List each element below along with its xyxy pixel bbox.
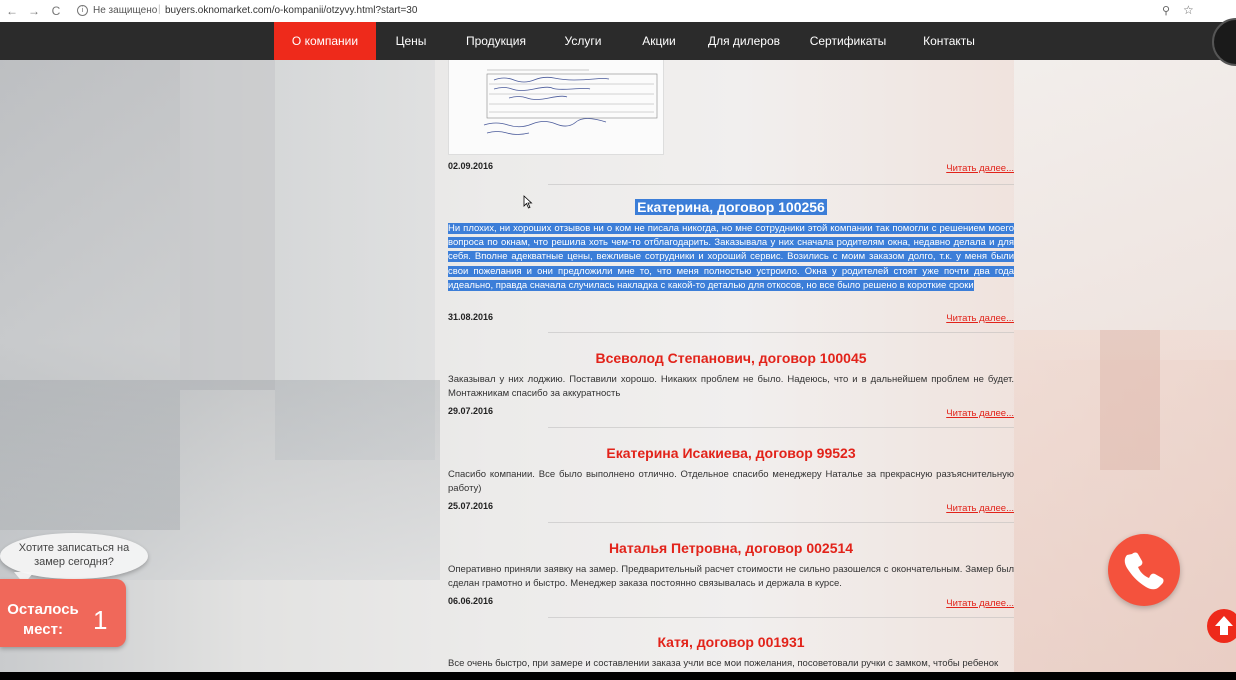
corner-widget[interactable] xyxy=(1212,18,1236,66)
address-bar[interactable]: buyers.oknomarket.com/o-kompanii/otzyvy.… xyxy=(165,5,417,16)
review-text: Оперативно приняли заявку на замер. Пред… xyxy=(448,564,1014,590)
security-status[interactable]: Не защищено xyxy=(93,5,157,16)
review-title: Наталья Петровна, договор 002514 xyxy=(608,540,854,556)
seats-remaining-box[interactable]: Осталось мест: 1 xyxy=(0,579,126,647)
mouse-cursor-icon xyxy=(523,195,533,209)
review-divider xyxy=(548,522,1014,523)
review-title: Катя, договор 001931 xyxy=(657,634,805,650)
review-item: Всеволод Степанович, договор 100045 Зака… xyxy=(448,350,1014,401)
browser-toolbar: ← → C i Не защищено | buyers.oknomarket.… xyxy=(0,0,1236,23)
review-title: Всеволод Степанович, договор 100045 xyxy=(595,350,867,366)
review-text: Ни плохих, ни хороших отзывов ни о ком н… xyxy=(448,223,1014,291)
review-text: Заказывал у них лоджию. Поставили хорошо… xyxy=(448,374,1014,400)
nav-item-prices[interactable]: Цены xyxy=(388,22,434,60)
read-more-link[interactable]: Читать далее... xyxy=(946,408,1014,419)
read-more-link[interactable]: Читать далее... xyxy=(946,503,1014,514)
nav-item-contacts[interactable]: Контакты xyxy=(920,22,978,60)
nav-item-dealers[interactable]: Для дилеров xyxy=(706,22,782,60)
read-more-link[interactable]: Читать далее... xyxy=(946,163,1014,174)
reload-icon[interactable]: C xyxy=(50,4,62,18)
review-date: 29.07.2016 xyxy=(448,406,494,416)
review-text: Спасибо компании. Все было выполнено отл… xyxy=(448,469,1014,495)
review-date: 25.07.2016 xyxy=(448,501,494,511)
review-date: 06.06.2016 xyxy=(448,596,494,606)
nav-item-products[interactable]: Продукция xyxy=(462,22,530,60)
back-arrow-icon[interactable]: ← xyxy=(6,4,18,18)
bubble-text: Хотите записаться на замер сегодня? xyxy=(18,542,130,568)
phone-icon xyxy=(1124,552,1164,590)
nav-item-promotions[interactable]: Акции xyxy=(638,22,680,60)
review-item: Наталья Петровна, договор 002514 Операти… xyxy=(448,540,1014,591)
star-icon[interactable]: ☆ xyxy=(1183,3,1194,17)
magnifier-icon[interactable]: ⚲ xyxy=(1162,4,1170,17)
review-divider xyxy=(548,184,1014,185)
arrow-up-icon xyxy=(1215,616,1233,635)
review-item: Екатерина, договор 100256 Ни плохих, ни … xyxy=(448,199,1014,293)
scroll-up-button[interactable] xyxy=(1207,609,1236,643)
reviews-list: 02.09.2016 Читать далее... Екатерина, до… xyxy=(448,60,1014,672)
nav-item-services[interactable]: Услуги xyxy=(558,22,608,60)
read-more-link[interactable]: Читать далее... xyxy=(946,313,1014,324)
review-divider xyxy=(548,617,1014,618)
review-item: Катя, договор 001931 Все очень быстро, п… xyxy=(448,634,1014,671)
call-button[interactable] xyxy=(1108,534,1180,606)
nav-item-about[interactable]: О компании xyxy=(274,22,376,60)
forward-arrow-icon[interactable]: → xyxy=(28,4,40,18)
read-more-link[interactable]: Читать далее... xyxy=(946,598,1014,609)
seats-count: 1 xyxy=(93,605,108,635)
site-navigation: О компании Цены Продукция Услуги Акции Д… xyxy=(0,18,1236,66)
info-icon[interactable]: i xyxy=(77,5,88,16)
review-item: Екатерина Исакиева, договор 99523 Спасиб… xyxy=(448,445,1014,496)
seats-label: Осталось мест: xyxy=(7,601,79,638)
review-date: 31.08.2016 xyxy=(448,312,494,322)
screen-bottom-bar xyxy=(0,672,1236,680)
nav-item-certificates[interactable]: Сертификаты xyxy=(808,22,888,60)
review-date: 02.09.2016 xyxy=(448,161,494,171)
review-text: Все очень быстро, при замере и составлен… xyxy=(448,658,999,669)
review-title: Екатерина Исакиева, договор 99523 xyxy=(606,445,856,461)
url-separator: | xyxy=(158,4,161,15)
review-divider xyxy=(548,427,1014,428)
review-divider xyxy=(548,332,1014,333)
scanned-document-image[interactable] xyxy=(448,60,664,155)
